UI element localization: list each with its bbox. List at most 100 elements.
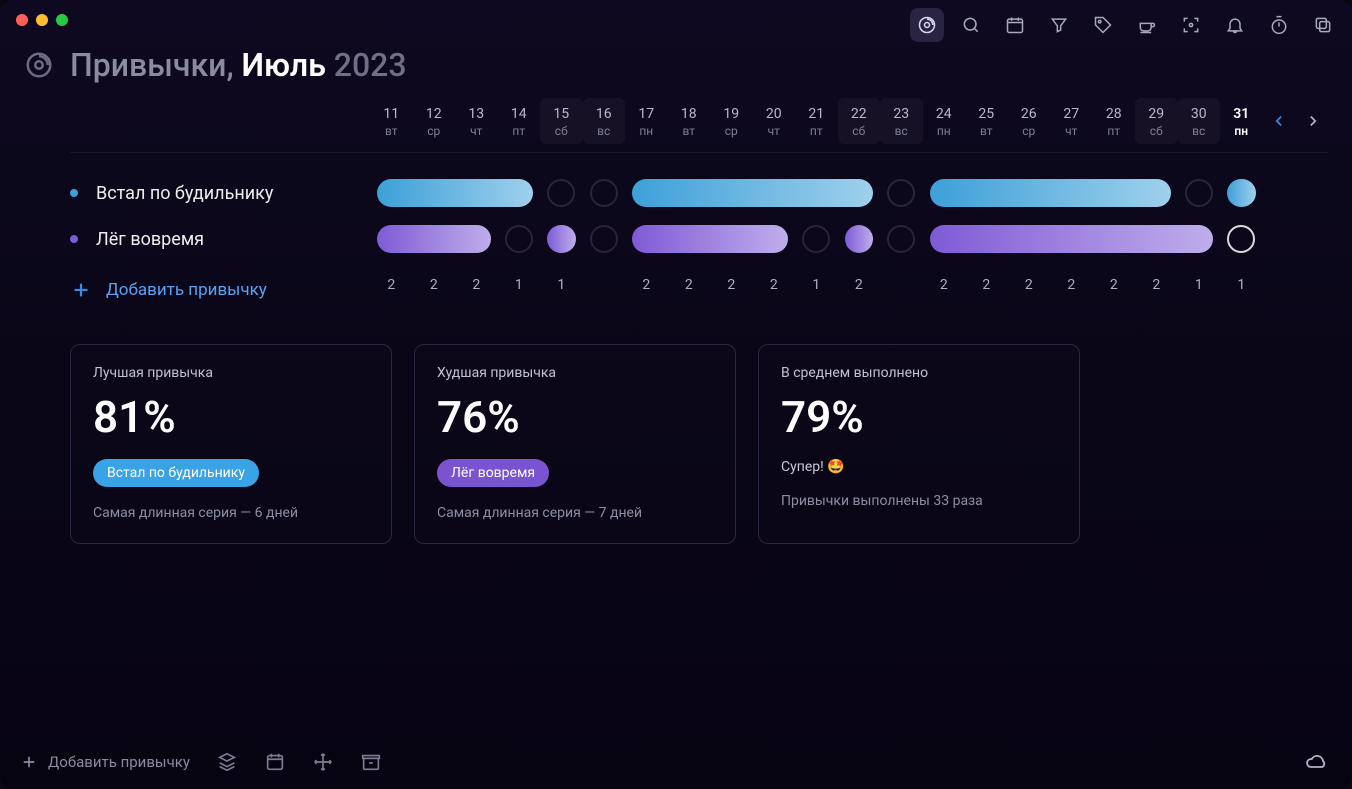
day-of-week: сб: [1135, 124, 1178, 138]
day-number: 15: [540, 106, 583, 122]
day-column[interactable]: 31пн: [1220, 98, 1263, 144]
day-column[interactable]: 19ср: [710, 98, 753, 144]
habit-day-cell[interactable]: [795, 225, 838, 253]
focus-icon[interactable]: [1174, 8, 1208, 42]
archive-icon[interactable]: [360, 751, 382, 773]
day-column[interactable]: 29сб: [1135, 98, 1178, 144]
habit-day-cell[interactable]: [1178, 179, 1221, 207]
day-number: 13: [455, 106, 498, 122]
habit-day-cell[interactable]: [583, 179, 626, 207]
day-number: 28: [1093, 106, 1136, 122]
day-number: 19: [710, 106, 753, 122]
day-total: 2: [1135, 277, 1178, 293]
stat-footer: Самая длинная серия — 7 дней: [437, 505, 713, 521]
move-icon[interactable]: [312, 751, 334, 773]
stat-card: Лучшая привычка81%Встал по будильникуСам…: [70, 344, 392, 544]
zoom-window-icon[interactable]: [56, 14, 68, 26]
habit-name[interactable]: Лёг вовремя: [96, 229, 204, 250]
habit-streak[interactable]: [923, 225, 1221, 253]
timer-icon[interactable]: [1262, 8, 1296, 42]
habit-streak[interactable]: [625, 225, 795, 253]
stat-footer: Самая длинная серия — 6 дней: [93, 505, 369, 521]
day-column[interactable]: 21пт: [795, 98, 838, 144]
coffee-icon[interactable]: [1130, 8, 1164, 42]
day-number: 18: [668, 106, 711, 122]
day-column[interactable]: 18 вт: [668, 98, 711, 144]
day-total: 1: [1220, 277, 1263, 293]
habit-row: Встал по будильнику: [70, 170, 1328, 216]
day-column[interactable]: 26ср: [1008, 98, 1051, 144]
day-column[interactable]: 28пт: [1093, 98, 1136, 144]
day-column[interactable]: 13чт: [455, 98, 498, 144]
habit-row: Лёг вовремя: [70, 216, 1328, 262]
day-number: 17: [625, 106, 668, 122]
stat-chip[interactable]: Встал по будильнику: [93, 459, 259, 487]
day-column[interactable]: 25вт: [965, 98, 1008, 144]
day-total: 1: [1178, 277, 1221, 293]
day-of-week: пн: [625, 124, 668, 138]
habit-day-cell[interactable]: [498, 225, 541, 253]
window-controls: [16, 14, 68, 26]
day-of-week: чт: [753, 124, 796, 138]
habit-streak[interactable]: [540, 225, 583, 253]
day-of-week: сб: [838, 124, 881, 138]
habit-streak[interactable]: [1220, 179, 1263, 207]
date-picker-icon[interactable]: [264, 751, 286, 773]
day-column[interactable]: 27чт: [1050, 98, 1093, 144]
habits-view-icon[interactable]: [910, 8, 944, 42]
day-of-week: вт: [668, 124, 711, 138]
stat-label: Худшая привычка: [437, 365, 713, 381]
top-toolbar: [910, 8, 1340, 42]
day-number: 20: [753, 106, 796, 122]
habit-day-cell[interactable]: [880, 179, 923, 207]
add-habit-button[interactable]: Добавить привычку: [70, 279, 267, 301]
day-of-week: вт: [370, 124, 413, 138]
day-column[interactable]: 30вс: [1178, 98, 1221, 144]
bell-icon[interactable]: [1218, 8, 1252, 42]
day-total: 2: [668, 277, 711, 293]
day-column[interactable]: 17 пн: [625, 98, 668, 144]
day-column[interactable]: 15сб: [540, 98, 583, 144]
habit-day-cell[interactable]: [540, 179, 583, 207]
page-title: Привычки, Июль 2023: [70, 46, 407, 84]
close-window-icon[interactable]: [16, 14, 28, 26]
habit-day-cell[interactable]: [880, 225, 923, 253]
day-of-week: вс: [583, 124, 626, 138]
copy-icon[interactable]: [1306, 8, 1340, 42]
day-column[interactable]: 11вт: [370, 98, 413, 144]
habit-day-cell[interactable]: [583, 225, 626, 253]
day-column[interactable]: 20 чт: [753, 98, 796, 144]
stat-label: В среднем выполнено: [781, 365, 1057, 381]
day-number: 31: [1220, 106, 1263, 122]
search-icon[interactable]: [954, 8, 988, 42]
day-column[interactable]: 14пт: [498, 98, 541, 144]
habit-streak[interactable]: [923, 179, 1178, 207]
stat-chip[interactable]: Лёг вовремя: [437, 459, 549, 487]
day-number: 27: [1050, 106, 1093, 122]
day-total: 2: [455, 277, 498, 293]
day-column[interactable]: 16вс: [583, 98, 626, 144]
prev-period-button[interactable]: [1264, 106, 1294, 136]
stat-card: В среднем выполнено79%Супер! 🤩Привычки в…: [758, 344, 1080, 544]
habit-streak[interactable]: [625, 179, 880, 207]
filter-icon[interactable]: [1042, 8, 1076, 42]
layers-icon[interactable]: [216, 751, 238, 773]
next-period-button[interactable]: [1298, 106, 1328, 136]
day-column[interactable]: 24пн: [923, 98, 966, 144]
day-column[interactable]: 22сб: [838, 98, 881, 144]
habit-name[interactable]: Встал по будильнику: [96, 183, 273, 204]
stat-value: 81%: [93, 391, 369, 443]
cloud-sync-icon[interactable]: [1304, 749, 1328, 773]
habit-day-cell[interactable]: [1220, 225, 1263, 253]
day-of-week: пн: [923, 124, 966, 138]
day-column[interactable]: 12ср: [413, 98, 456, 144]
habit-streak[interactable]: [838, 225, 881, 253]
tag-icon[interactable]: [1086, 8, 1120, 42]
habit-streak[interactable]: [370, 225, 498, 253]
calendar-icon[interactable]: [998, 8, 1032, 42]
add-habit-bottom-button[interactable]: Добавить привычку: [20, 753, 190, 771]
minimize-window-icon[interactable]: [36, 14, 48, 26]
target-icon: [24, 50, 54, 80]
day-column[interactable]: 23вс: [880, 98, 923, 144]
habit-streak[interactable]: [370, 179, 540, 207]
